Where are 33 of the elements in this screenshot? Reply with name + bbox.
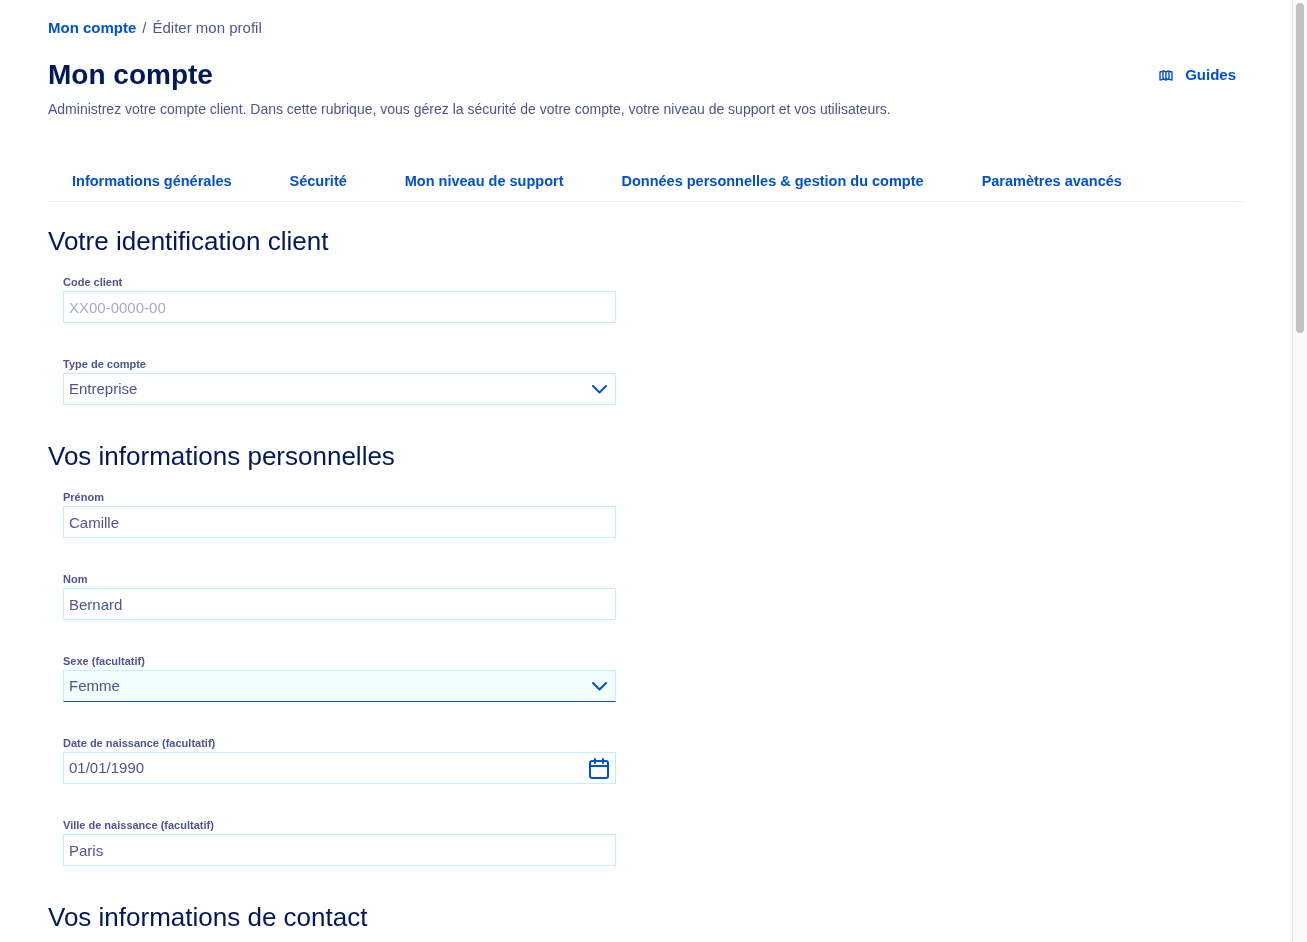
select-field[interactable]: Entreprise <box>63 373 616 405</box>
section-heading: Votre identification client <box>48 225 330 258</box>
field-label: Ville de naissance (facultatif) <box>63 818 215 832</box>
guides-link[interactable]: Guides <box>1159 65 1236 85</box>
field-label: Nom <box>63 572 89 586</box>
field-label: Type de compte <box>63 357 147 371</box>
breadcrumb-separator: / <box>142 19 147 37</box>
tab[interactable]: Paramètres avancés <box>981 159 1122 201</box>
section-heading: Vos informations de contact <box>48 901 369 934</box>
breadcrumb-current: Éditer mon profil <box>152 19 262 37</box>
page-title: Mon compte <box>48 58 213 92</box>
field-label: Code client <box>63 275 124 289</box>
scrollbar[interactable] <box>1292 0 1307 942</box>
chevron-down-icon <box>592 681 607 691</box>
input-field[interactable]: Paris <box>63 834 616 866</box>
calendar-icon[interactable] <box>589 757 609 779</box>
input-field[interactable]: Camille <box>63 506 616 538</box>
tab[interactable]: Informations générales <box>72 159 232 201</box>
tab[interactable]: Mon niveau de support <box>404 159 564 201</box>
field-label: Sexe (facultatif) <box>63 654 146 668</box>
select-field[interactable]: Femme <box>63 670 616 702</box>
field-label: Prénom <box>63 490 105 504</box>
tab[interactable]: Données personnelles & gestion du compte <box>621 159 924 201</box>
page-description: Administrez votre compte client. Dans cette rubrique, vous gérez la sécurité de votre compte, votre niveau de support et vos utilisateurs. <box>48 100 892 119</box>
field-label: Date de naissance (facultatif) <box>63 736 217 750</box>
input-field[interactable]: XX00-0000-00 <box>63 291 616 323</box>
tab[interactable]: Sécurité <box>289 159 347 201</box>
breadcrumb-link[interactable]: Mon compte <box>48 19 137 37</box>
section-heading: Vos informations personnelles <box>48 440 396 473</box>
book-icon <box>1159 69 1174 81</box>
chevron-down-icon <box>592 384 607 394</box>
date-field[interactable]: 01/01/1990 <box>63 752 616 784</box>
input-field[interactable]: Bernard <box>63 588 616 620</box>
